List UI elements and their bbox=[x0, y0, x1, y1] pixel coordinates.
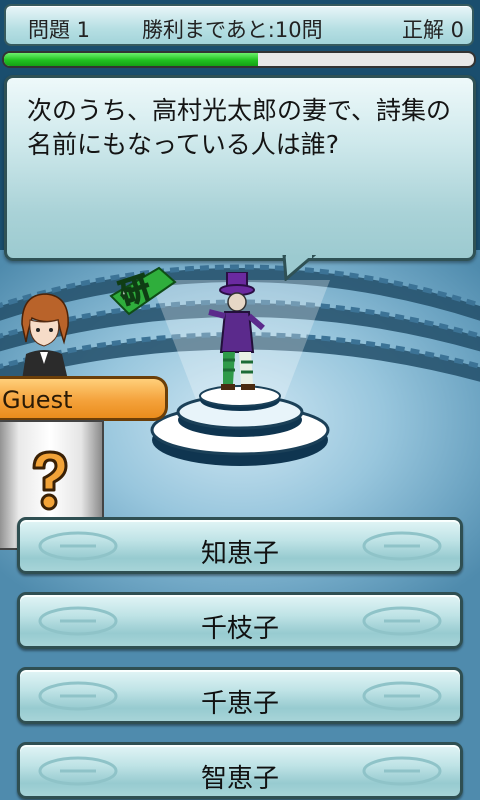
question-number: 問題 1 bbox=[28, 18, 91, 42]
timer-bar bbox=[2, 51, 476, 68]
answer-label: 智恵子 bbox=[200, 764, 279, 794]
answer-label: 千恵子 bbox=[200, 689, 279, 719]
player-avatar bbox=[21, 293, 69, 380]
player-name: Guest bbox=[2, 386, 73, 414]
host-badge: 研 bbox=[107, 262, 177, 316]
answer-button-3[interactable]: 千恵子 bbox=[17, 667, 463, 724]
quiz-host-character bbox=[208, 272, 265, 390]
question-mark-icon bbox=[32, 450, 68, 511]
answer-button-4[interactable]: 智恵子 bbox=[17, 742, 463, 799]
question-panel: 次のうち、高村光太郎の妻で、詩集の名前にもなっている人は誰? bbox=[4, 75, 476, 261]
correct-count: 正解 0 bbox=[401, 18, 464, 42]
timer-bar-fill bbox=[4, 53, 258, 66]
question-text: 次のうち、高村光太郎の妻で、詩集の名前にもなっている人は誰? bbox=[27, 96, 452, 159]
player-name-tag: Guest bbox=[0, 376, 168, 421]
answer-label: 知恵子 bbox=[200, 539, 279, 569]
remaining-to-win: 勝利まであと:10問 bbox=[142, 18, 323, 42]
speech-bubble-tail bbox=[282, 255, 316, 281]
answer-button-2[interactable]: 千枝子 bbox=[17, 592, 463, 649]
answer-label: 千枝子 bbox=[200, 614, 279, 644]
status-header: 問題 1 勝利まであと:10問 正解 0 bbox=[4, 4, 474, 46]
answer-button-1[interactable]: 知恵子 bbox=[17, 517, 463, 574]
